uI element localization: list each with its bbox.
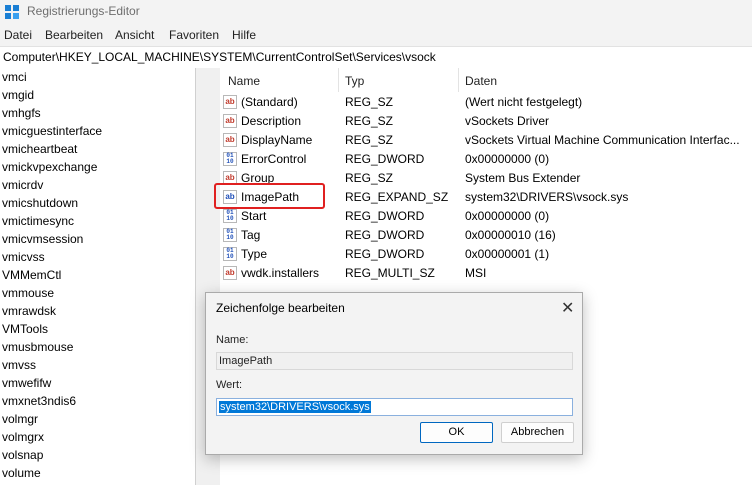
tree-item[interactable]: VMTools xyxy=(2,320,48,338)
name-label: Name: xyxy=(216,334,249,346)
menu-bearbeiten[interactable]: Bearbeiten xyxy=(45,28,103,42)
tree-item[interactable]: vmicvmsession xyxy=(2,230,83,248)
value-label: Wert: xyxy=(216,379,243,391)
value-type: REG_DWORD xyxy=(345,209,425,223)
address-bar[interactable]: Computer\HKEY_LOCAL_MACHINE\SYSTEM\Curre… xyxy=(0,46,752,69)
value-row[interactable]: ab (Standard) REG_SZ (Wert nicht festgel… xyxy=(220,93,752,112)
value-name: (Standard) xyxy=(241,95,298,109)
value-name: Tag xyxy=(241,228,261,242)
binary-value-icon: 01 10 xyxy=(223,152,237,166)
imagepath-highlight-box xyxy=(214,183,325,209)
tree-item[interactable]: vmhgfs xyxy=(2,104,41,122)
value-type: REG_DWORD xyxy=(345,247,425,261)
column-header-type[interactable]: Typ xyxy=(345,74,364,88)
tree-item[interactable]: vmrawdsk xyxy=(2,302,56,320)
value-name-text: ImagePath xyxy=(219,355,273,367)
value-data-input[interactable]: system32\DRIVERS\vsock.sys xyxy=(216,398,573,416)
tree-item[interactable]: vmmouse xyxy=(2,284,54,302)
cancel-button[interactable]: Abbrechen xyxy=(501,422,574,443)
tree-item[interactable]: vmusbmouse xyxy=(2,338,73,356)
value-data-selection[interactable]: system32\DRIVERS\vsock.sys xyxy=(219,401,371,413)
address-path[interactable]: Computer\HKEY_LOCAL_MACHINE\SYSTEM\Curre… xyxy=(3,50,436,64)
tree-item[interactable]: vmicshutdown xyxy=(2,194,78,212)
value-name: Start xyxy=(241,209,267,223)
value-type: REG_SZ xyxy=(345,114,394,128)
column-header-name[interactable]: Name xyxy=(228,74,260,88)
value-data: 0x00000000 (0) xyxy=(465,209,550,223)
tree-item[interactable]: vmickvpexchange xyxy=(2,158,97,176)
value-row[interactable]: 01 10 ErrorControl REG_DWORD 0x00000000 (… xyxy=(220,150,752,169)
tree-item[interactable]: vmxnet3ndis6 xyxy=(2,392,76,410)
menu-ansicht[interactable]: Ansicht xyxy=(115,28,154,42)
close-icon[interactable]: ✕ xyxy=(561,298,574,318)
binary-value-icon: 01 10 xyxy=(223,228,237,242)
tree-item[interactable]: VMMemCtl xyxy=(2,266,61,284)
value-data: 0x00000000 (0) xyxy=(465,152,550,166)
column-divider[interactable] xyxy=(338,68,339,92)
tree-item[interactable]: vmgid xyxy=(2,86,34,104)
column-header-data[interactable]: Daten xyxy=(465,74,497,88)
value-row[interactable]: 01 10 Tag REG_DWORD 0x00000010 (16) xyxy=(220,226,752,245)
tree-item[interactable]: vmci xyxy=(2,68,27,86)
title-bar: Registrierungs-Editor xyxy=(0,0,752,24)
registry-editor-icon xyxy=(5,5,19,19)
value-name: Type xyxy=(241,247,268,261)
tree-item[interactable]: vmvss xyxy=(2,356,36,374)
menu-favoriten[interactable]: Favoriten xyxy=(169,28,219,42)
value-type: REG_MULTI_SZ xyxy=(345,266,435,280)
value-name-field: ImagePath xyxy=(216,352,573,370)
ok-button[interactable]: OK xyxy=(420,422,493,443)
key-tree[interactable]: vmci vmgid vmhgfs vmicguestinterface vmi… xyxy=(0,68,195,485)
menu-bar: Datei Bearbeiten Ansicht Favoriten Hilfe xyxy=(0,24,752,46)
value-row[interactable]: ab vwdk.installers REG_MULTI_SZ MSI xyxy=(220,264,752,283)
value-type: REG_DWORD xyxy=(345,152,425,166)
tree-item[interactable]: vmicrdv xyxy=(2,176,43,194)
value-data: system32\DRIVERS\vsock.sys xyxy=(465,190,629,204)
value-row[interactable]: ab Description REG_SZ vSockets Driver xyxy=(220,112,752,131)
tree-item[interactable]: vmictimesync xyxy=(2,212,74,230)
value-row[interactable]: 01 10 Type REG_DWORD 0x00000001 (1) xyxy=(220,245,752,264)
value-data: (Wert nicht festgelegt) xyxy=(465,95,583,109)
string-value-icon: ab xyxy=(223,95,237,109)
tree-item[interactable]: vmicheartbeat xyxy=(2,140,77,158)
value-type: REG_EXPAND_SZ xyxy=(345,190,449,204)
dialog-title: Zeichenfolge bearbeiten xyxy=(216,301,345,315)
string-value-icon: ab xyxy=(223,114,237,128)
value-row[interactable]: 01 10 Start REG_DWORD 0x00000000 (0) xyxy=(220,207,752,226)
value-data: System Bus Extender xyxy=(465,171,581,185)
value-data: vSockets Virtual Machine Communication I… xyxy=(465,133,740,147)
value-data: 0x00000010 (16) xyxy=(465,228,556,242)
binary-value-icon: 01 10 xyxy=(223,209,237,223)
value-type: REG_DWORD xyxy=(345,228,425,242)
column-divider[interactable] xyxy=(458,68,459,92)
window-title: Registrierungs-Editor xyxy=(27,4,140,18)
tree-item[interactable]: volmgr xyxy=(2,410,38,428)
value-name: vwdk.installers xyxy=(241,266,320,280)
value-type: REG_SZ xyxy=(345,133,394,147)
string-value-icon: ab xyxy=(223,133,237,147)
value-data: vSockets Driver xyxy=(465,114,550,128)
tree-item[interactable]: volume xyxy=(2,464,41,482)
value-name: ErrorControl xyxy=(241,152,307,166)
tree-item[interactable]: vmwefifw xyxy=(2,374,51,392)
value-name: DisplayName xyxy=(241,133,313,147)
tree-item[interactable]: vmicvss xyxy=(2,248,45,266)
value-data: MSI xyxy=(465,266,487,280)
value-name: Description xyxy=(241,114,302,128)
value-data: 0x00000001 (1) xyxy=(465,247,550,261)
binary-value-icon: 01 10 xyxy=(223,247,237,261)
value-type: REG_SZ xyxy=(345,171,394,185)
menu-datei[interactable]: Datei xyxy=(4,28,32,42)
string-value-icon: ab xyxy=(223,266,237,280)
tree-item[interactable]: volmgrx xyxy=(2,428,44,446)
tree-item[interactable]: vmicguestinterface xyxy=(2,122,102,140)
value-row[interactable]: ab DisplayName REG_SZ vSockets Virtual M… xyxy=(220,131,752,150)
menu-hilfe[interactable]: Hilfe xyxy=(232,28,256,42)
edit-string-dialog: Zeichenfolge bearbeiten ✕ Name: ImagePat… xyxy=(205,292,583,455)
tree-item[interactable]: volsnap xyxy=(2,446,43,464)
value-type: REG_SZ xyxy=(345,95,394,109)
